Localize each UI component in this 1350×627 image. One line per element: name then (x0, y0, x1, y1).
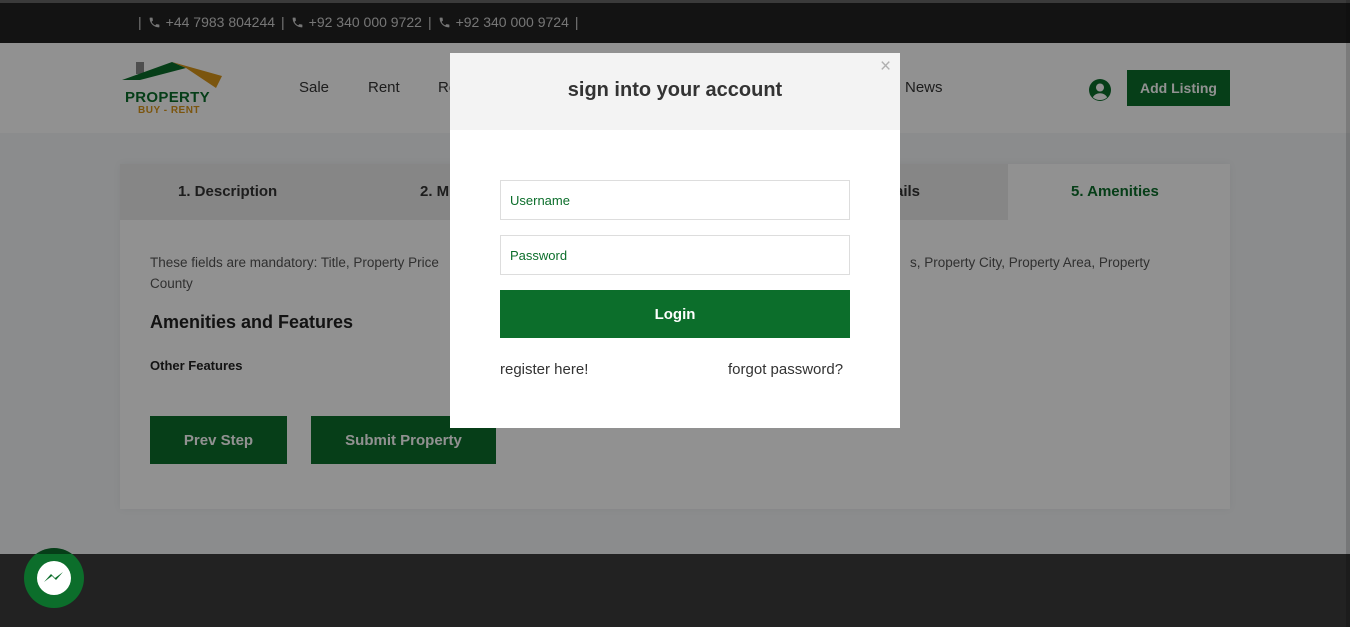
password-input[interactable] (500, 235, 850, 275)
messenger-icon (37, 561, 71, 595)
forgot-password-link[interactable]: forgot password? (728, 361, 843, 378)
site-footer (0, 554, 1350, 627)
scrollbar-edge (1346, 0, 1350, 627)
close-icon[interactable]: × (880, 56, 891, 78)
register-link[interactable]: register here! (500, 361, 588, 378)
modal-title: sign into your account (567, 79, 783, 101)
login-button[interactable]: Login (500, 290, 850, 338)
login-modal: sign into your account × Login register … (450, 53, 900, 428)
messenger-chat-button[interactable] (24, 548, 84, 608)
modal-header: sign into your account × (450, 53, 900, 130)
username-input[interactable] (500, 180, 850, 220)
